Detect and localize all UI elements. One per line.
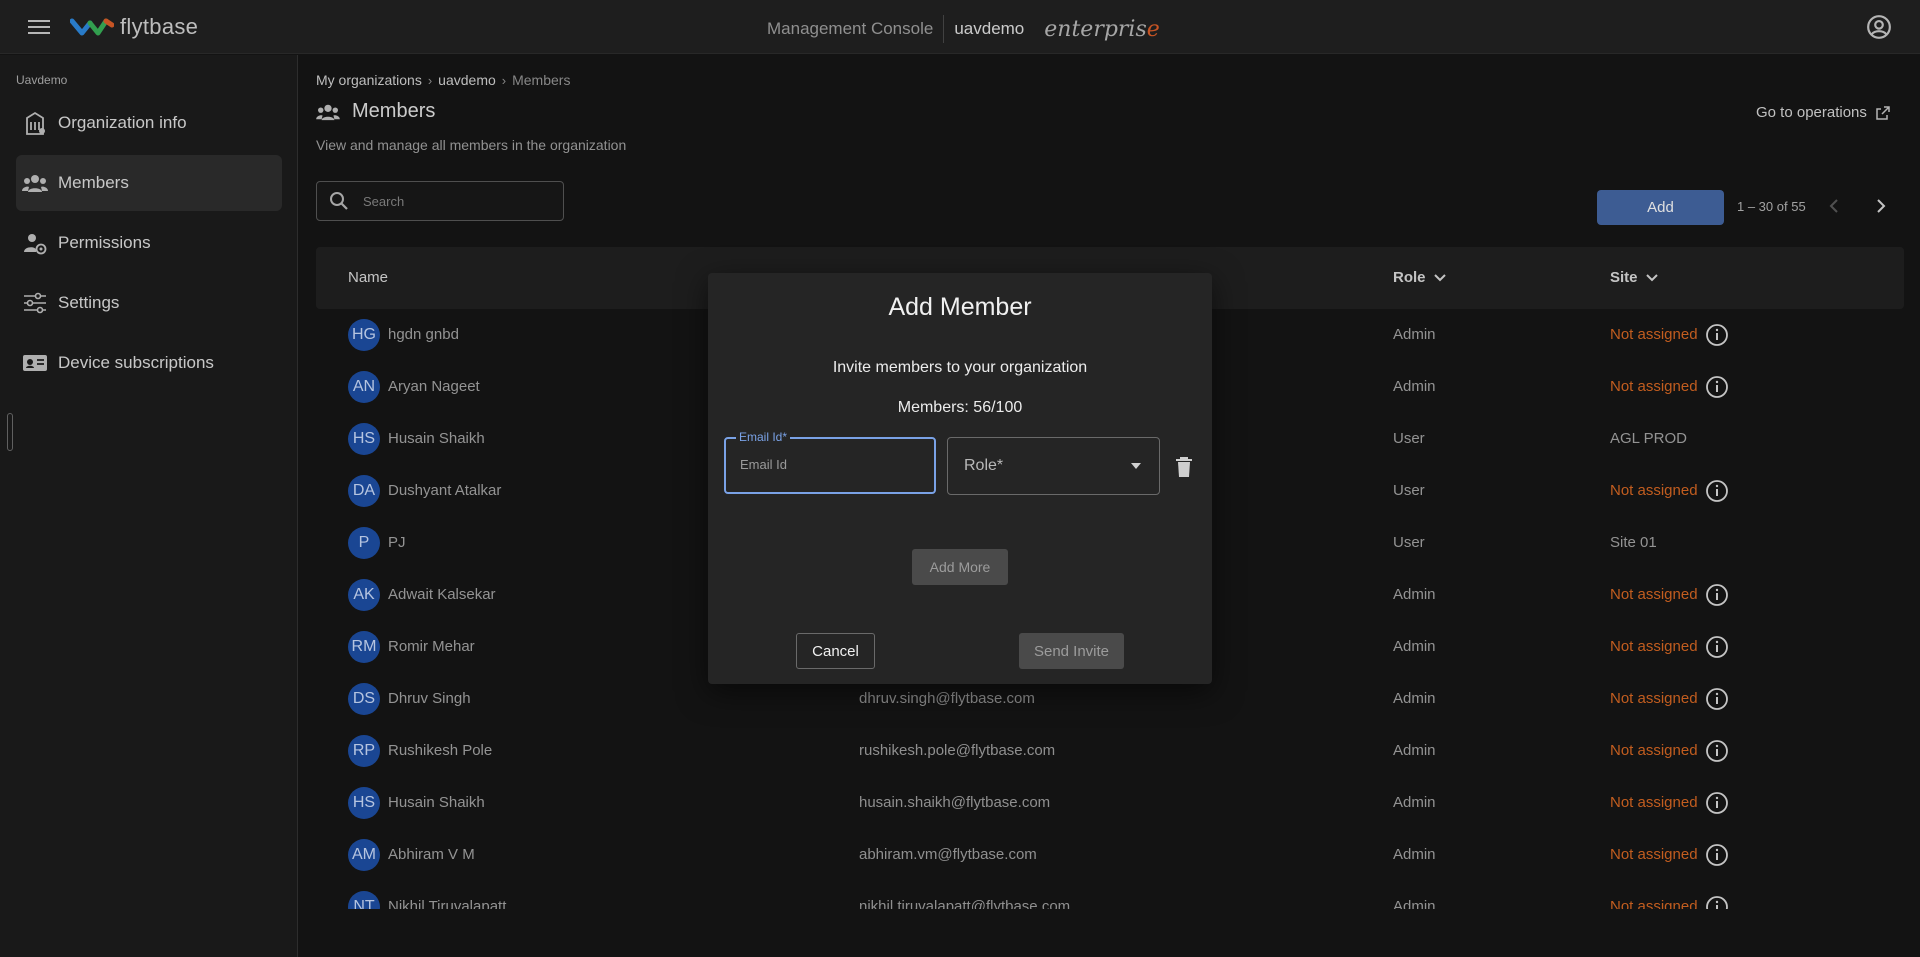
role-select[interactable]: Role* (947, 437, 1160, 495)
delete-icon[interactable] (1175, 456, 1193, 478)
email-field[interactable]: Email Id* (724, 430, 936, 494)
add-member-dialog: Add Member Invite members to your organi… (708, 273, 1212, 684)
send-invite-button[interactable]: Send Invite (1019, 633, 1124, 669)
dropdown-arrow-icon (1131, 463, 1141, 469)
dialog-subtitle: Invite members to your organization (832, 359, 1088, 376)
cancel-button[interactable]: Cancel (796, 633, 875, 669)
email-field-label: Email Id* (736, 430, 791, 444)
members-count: Members: 56/100 (897, 399, 1023, 416)
email-input[interactable] (740, 457, 920, 472)
role-select-placeholder: Role* (964, 457, 1004, 474)
dialog-title: Add Member (888, 293, 1032, 321)
add-more-button[interactable]: Add More (912, 549, 1008, 585)
